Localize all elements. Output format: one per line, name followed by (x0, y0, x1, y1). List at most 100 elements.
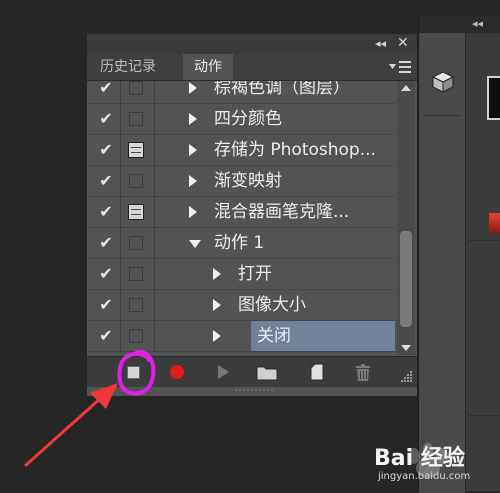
toggle-item-checkbox[interactable]: ✔ (95, 295, 117, 315)
action-name-cell[interactable]: 渐变映射 (214, 166, 395, 196)
action-name-cell[interactable]: 混合器画笔克隆... (214, 197, 395, 227)
expand-right-icon[interactable] (213, 268, 221, 280)
action-name-cell[interactable]: 动作 1 (214, 228, 395, 258)
dialog-toggle[interactable] (129, 174, 143, 188)
column-divider (120, 135, 121, 166)
divider (469, 240, 500, 241)
action-row[interactable]: ✔ 渐变映射 (87, 166, 395, 197)
action-name-cell[interactable]: 打开 (238, 259, 395, 289)
column-divider (154, 166, 155, 197)
column-divider (154, 104, 155, 135)
toggle-item-checkbox[interactable]: ✔ (95, 202, 117, 222)
expand-right-icon[interactable] (189, 144, 197, 156)
action-row[interactable]: ✔ 打开 (87, 259, 395, 290)
action-name: 动作 1 (214, 233, 265, 253)
resize-grip-icon[interactable] (399, 369, 413, 383)
column-divider (154, 259, 155, 290)
action-row[interactable]: ✔ 四分颜色 (87, 104, 395, 135)
action-row[interactable]: ✔ 动作 1 (87, 228, 395, 259)
panel-drag-grip[interactable] (205, 386, 305, 394)
column-divider (154, 228, 155, 259)
action-row[interactable]: ✔ 棕褐色调（图层） (87, 81, 395, 104)
dialog-toggle[interactable] (129, 112, 143, 126)
dialog-toggle[interactable] (129, 267, 143, 281)
right-dock-strip (419, 33, 466, 493)
collapse-icon[interactable]: ◂◂ (472, 17, 483, 30)
column-divider (120, 104, 121, 135)
scroll-down-icon[interactable] (401, 345, 411, 351)
annotation-arrow (24, 383, 118, 467)
dialog-toggle[interactable] (129, 81, 143, 95)
divider (423, 115, 459, 116)
color-swatch[interactable] (487, 76, 500, 120)
scrollbar[interactable] (397, 81, 415, 355)
dialog-toggle-icon[interactable] (128, 204, 144, 220)
column-divider (120, 81, 121, 104)
dialog-toggle[interactable] (129, 236, 143, 250)
action-name: 渐变映射 (214, 171, 282, 191)
trash-icon[interactable] (351, 361, 375, 383)
column-divider (154, 197, 155, 228)
dialog-toggle-icon[interactable] (128, 142, 144, 158)
scroll-thumb[interactable] (400, 231, 412, 327)
record-icon (170, 365, 184, 379)
toggle-item-checkbox[interactable]: ✔ (95, 140, 117, 160)
divider (469, 415, 500, 416)
expand-right-icon[interactable] (213, 330, 221, 342)
column-divider (120, 197, 121, 228)
color-chip[interactable] (489, 213, 500, 233)
folder-icon[interactable] (255, 361, 279, 383)
panel-tabs: 历史记录 动作 (87, 54, 417, 81)
3d-cube-icon[interactable] (431, 71, 455, 93)
toggle-item-checkbox[interactable]: ✔ (95, 326, 117, 346)
expand-right-icon[interactable] (189, 206, 197, 218)
watermark-url: jingyan.baidu.com (378, 471, 471, 482)
column-divider (120, 228, 121, 259)
action-name-cell[interactable]: 存储为 Photoshop... (214, 135, 395, 165)
panel-menu-icon[interactable] (387, 59, 413, 75)
action-name: 四分颜色 (214, 109, 282, 129)
begin-recording-button[interactable] (165, 361, 189, 383)
right-dock: ◂◂ (418, 15, 500, 493)
actions-list: ✔ 棕褐色调（图层） ✔ 四分颜色 ✔ 存储为 Photoshop... ✔ 渐变映射 ✔ 混合器… (87, 81, 395, 355)
action-name: 打开 (238, 264, 272, 284)
scroll-up-icon[interactable] (401, 85, 411, 91)
dialog-toggle[interactable] (129, 298, 143, 312)
collapse-icon[interactable]: ◂◂ (375, 37, 386, 50)
toggle-item-checkbox[interactable]: ✔ (95, 233, 117, 253)
column-divider (154, 290, 155, 321)
tab-history[interactable]: 历史记录 (92, 54, 164, 80)
column-divider (154, 135, 155, 166)
close-icon[interactable]: ✕ (397, 35, 409, 51)
action-name-cell[interactable]: 四分颜色 (214, 104, 395, 134)
toggle-item-checkbox[interactable]: ✔ (95, 109, 117, 129)
action-name-cell[interactable]: 图像大小 (238, 290, 395, 320)
dialog-toggle[interactable] (129, 329, 143, 343)
right-dock-header: ◂◂ (419, 15, 500, 33)
new-action-icon[interactable] (305, 361, 329, 383)
expand-down-icon[interactable] (189, 240, 201, 248)
action-name-cell[interactable]: 棕褐色调（图层） (214, 81, 395, 103)
play-icon (218, 365, 229, 379)
panel-title-bar: ◂◂ ✕ (87, 34, 417, 54)
play-selection-button[interactable] (211, 361, 235, 383)
action-name-cell[interactable]: 关闭 (251, 321, 395, 351)
tab-actions[interactable]: 动作 (183, 54, 233, 80)
toggle-item-checkbox[interactable]: ✔ (95, 264, 117, 284)
column-divider (120, 166, 121, 197)
expand-right-icon[interactable] (189, 82, 197, 94)
action-name: 棕褐色调（图层） (214, 81, 350, 98)
column-divider (120, 259, 121, 290)
expand-right-icon[interactable] (189, 113, 197, 125)
column-divider (154, 81, 155, 104)
expand-right-icon[interactable] (189, 175, 197, 187)
action-name: 关闭 (257, 326, 291, 346)
column-divider (120, 290, 121, 321)
action-name: 混合器画笔克隆... (214, 202, 350, 222)
toggle-item-checkbox[interactable]: ✔ (95, 81, 117, 98)
action-row[interactable]: ✔ 存储为 Photoshop... (87, 135, 395, 166)
expand-right-icon[interactable] (213, 299, 221, 311)
action-row[interactable]: ✔ 混合器画笔克隆... (87, 197, 395, 228)
toggle-item-checkbox[interactable]: ✔ (95, 171, 117, 191)
action-row[interactable]: ✔ 图像大小 (87, 290, 395, 321)
